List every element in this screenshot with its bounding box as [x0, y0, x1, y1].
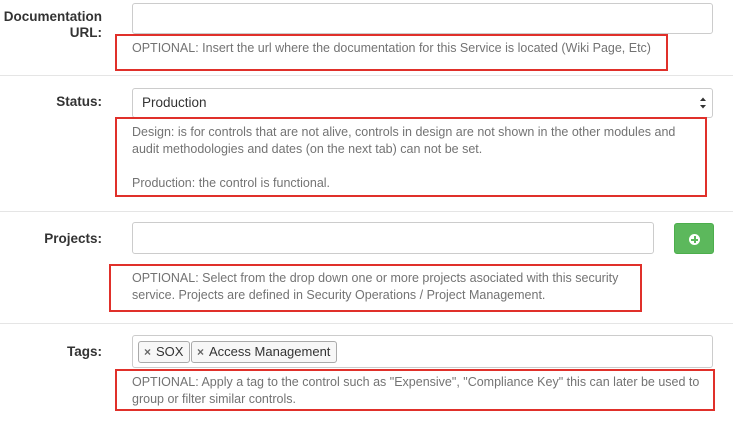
tags-help-line1: OPTIONAL: Apply a tag to the control suc… [132, 375, 700, 389]
documentation-url-input[interactable] [132, 3, 713, 34]
select-updown-icon [700, 97, 706, 109]
status-selected-value: Production [142, 95, 207, 110]
plus-circle-icon [689, 234, 700, 245]
tag-label: Access Management [209, 344, 331, 359]
documentation-url-label-line2: URL: [69, 25, 102, 40]
projects-help-line2: service. Projects are defined in Securit… [132, 288, 546, 302]
tags-label: Tags: [66, 344, 102, 359]
tag-label: SOX [156, 344, 184, 359]
projects-help: OPTIONAL: Select from the drop down one … [132, 270, 618, 304]
row-divider [0, 211, 733, 212]
documentation-url-label: Documentation URL: [0, 9, 102, 41]
add-project-button[interactable] [674, 223, 714, 254]
row-divider [0, 323, 733, 324]
tags-help-line2: group or filter similar controls. [132, 392, 296, 406]
tag-chip-sox: × SOX [138, 341, 191, 363]
documentation-help-text: OPTIONAL: Insert the url where the docum… [132, 41, 651, 55]
status-help-line2: audit methodologies and dates (on the ne… [132, 142, 483, 156]
tags-help: OPTIONAL: Apply a tag to the control suc… [132, 374, 699, 408]
status-help: Design: is for controls that are not ali… [132, 124, 675, 192]
status-label: Status: [56, 94, 102, 109]
tag-chip-access-management: × Access Management [191, 341, 338, 363]
projects-input[interactable] [132, 222, 654, 254]
documentation-url-label-line1: Documentation [3, 9, 102, 24]
status-help-line1: Design: is for controls that are not ali… [132, 125, 676, 139]
row-divider [0, 75, 733, 76]
remove-tag-icon[interactable]: × [144, 345, 151, 359]
status-help-line3: Production: the control is functional. [132, 176, 331, 190]
projects-help-line1: OPTIONAL: Select from the drop down one … [132, 271, 619, 285]
status-select[interactable]: Production [132, 88, 713, 118]
tags-input[interactable]: × SOX × Access Management [132, 335, 713, 368]
projects-label: Projects: [44, 231, 102, 246]
remove-tag-icon[interactable]: × [197, 345, 204, 359]
